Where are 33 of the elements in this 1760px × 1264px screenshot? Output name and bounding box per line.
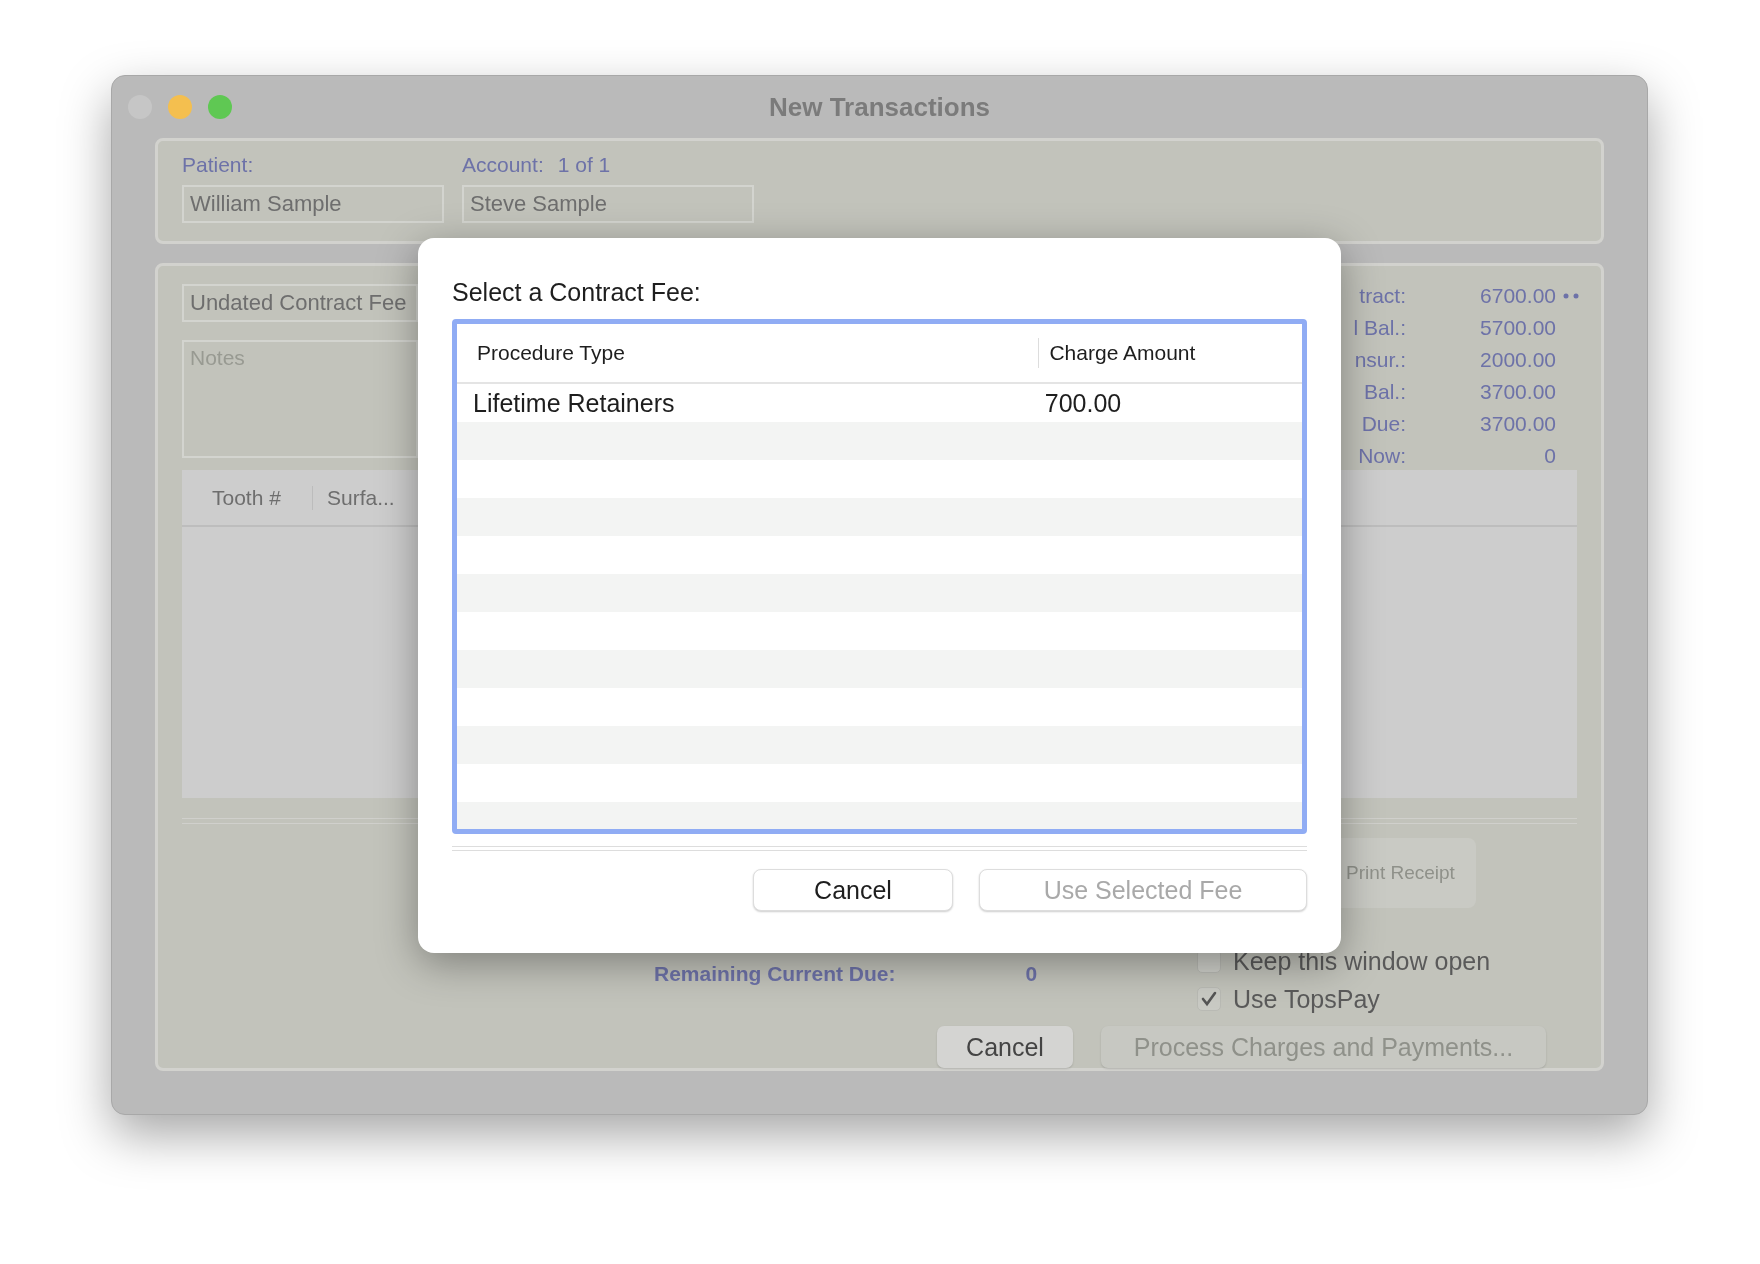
summary-value: 5700.00 <box>1480 316 1556 340</box>
cancel-button[interactable]: Cancel <box>753 869 953 911</box>
account-label: Account: <box>462 152 544 178</box>
checkbox-label: Use TopsPay <box>1233 984 1380 1014</box>
summary-label: Due: <box>1361 412 1406 436</box>
summary-value: 6700.00 <box>1480 284 1556 308</box>
dialog-title: Select a Contract Fee: <box>452 278 702 307</box>
contract-field[interactable]: Undated Contract Fee <box>182 284 418 322</box>
summary-value: 2000.00 <box>1480 348 1556 372</box>
summary-label: l Bal.: <box>1353 316 1406 340</box>
patient-label: Patient: <box>182 152 255 178</box>
column-header[interactable]: Procedure Type <box>457 338 1039 368</box>
summary-value: 0 <box>1544 444 1556 468</box>
summary-label: Now: <box>1358 444 1406 468</box>
account-count: 1 of 1 <box>557 152 611 178</box>
column-header[interactable]: Charge Amount <box>1038 338 1302 368</box>
more-icon[interactable] <box>1563 293 1579 299</box>
column-header[interactable]: Tooth # <box>182 485 312 510</box>
summary-value: 3700.00 <box>1480 412 1556 436</box>
table-cell-text: Lifetime Retainers <box>472 388 676 418</box>
summary-label: Bal.: <box>1363 380 1406 404</box>
patient-field[interactable]: William Sample <box>182 185 444 223</box>
account-field[interactable]: Steve Sample <box>462 185 754 223</box>
window-title: New Transactions <box>768 92 991 122</box>
remaining-due-label: Remaining Current Due: <box>654 962 896 986</box>
summary-label: nsur.: <box>1354 348 1406 372</box>
cancel-button[interactable]: Cancel <box>937 1026 1073 1068</box>
remaining-due-value: 0 <box>1025 962 1038 986</box>
table-cell-text: 700.00 <box>1044 388 1123 418</box>
summary-label: tract: <box>1359 284 1406 308</box>
summary-value: 3700.00 <box>1480 380 1556 404</box>
checkbox[interactable] <box>1197 987 1221 1011</box>
checkbox-label: Keep this window open <box>1233 946 1491 976</box>
